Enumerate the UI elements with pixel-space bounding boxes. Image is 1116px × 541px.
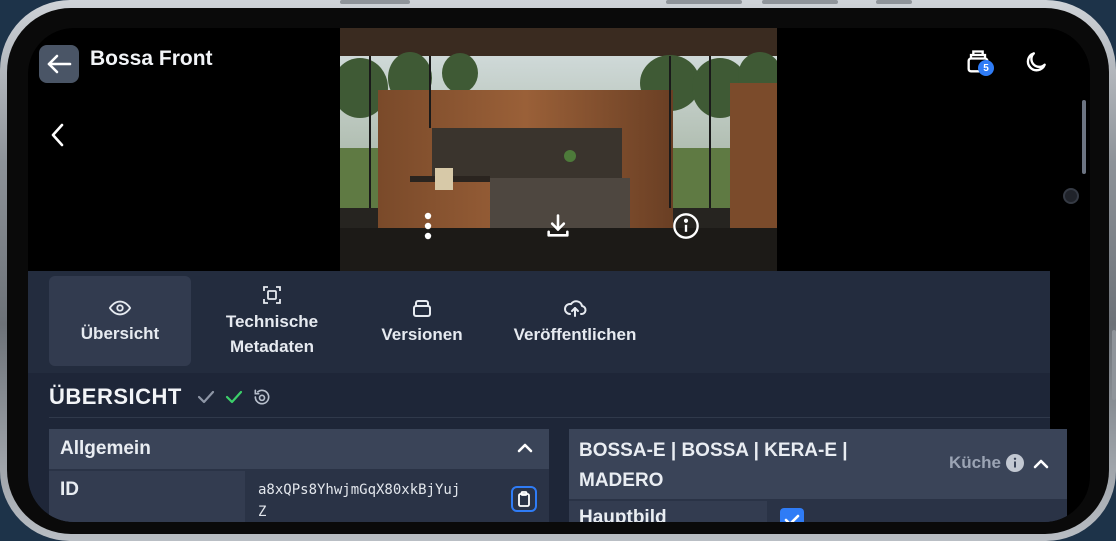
side-rail xyxy=(1050,28,1090,376)
check-icon[interactable] xyxy=(196,388,216,406)
approved-check-icon[interactable] xyxy=(224,388,244,406)
layers-icon xyxy=(413,299,431,317)
detail-panel: Übersicht Technische Metadaten Versionen… xyxy=(28,271,1067,522)
info-icon[interactable] xyxy=(672,212,700,245)
phone-button xyxy=(340,0,410,4)
card-title-line: BOSSA-E | BOSSA | KERA-E | xyxy=(579,440,848,461)
tab-technische-metadaten[interactable]: Technische Metadaten xyxy=(208,276,336,366)
copy-button[interactable] xyxy=(511,486,537,512)
tab-label: Versionen xyxy=(381,324,463,344)
id-value: a8xQPs8YhwjmGqX80xkBjYuj Z xyxy=(258,479,460,522)
tab-label: Technische Metadaten xyxy=(225,312,319,356)
app-screen: Bossa Front 5 Übersicht Technische Metad… xyxy=(28,28,1090,522)
tab-uebersicht[interactable]: Übersicht xyxy=(49,276,191,366)
eye-icon xyxy=(108,300,132,315)
id-label-cell: ID xyxy=(49,471,245,522)
card-title: BOSSA-E | BOSSA | KERA-E | MADERO xyxy=(579,436,848,496)
id-value-line: Z xyxy=(258,504,267,520)
cart-button[interactable]: 5 xyxy=(960,46,996,78)
tab-label: Veröffentlichen xyxy=(513,324,637,344)
tab-veroeffentlichen[interactable]: Veröffentlichen xyxy=(502,276,648,366)
hauptbild-value-cell xyxy=(769,501,1067,522)
row-label: ID xyxy=(60,479,79,500)
arrow-left-icon xyxy=(47,54,72,74)
scan-icon xyxy=(263,286,281,304)
product-card-header[interactable]: BOSSA-E | BOSSA | KERA-E | MADERO Küche xyxy=(569,429,1067,499)
id-value-line: a8xQPs8YhwjmGqX80xkBjYuj xyxy=(258,482,461,498)
download-icon[interactable] xyxy=(544,212,572,245)
general-card: Allgemein ID a8xQPs8YhwjmGqX80xkBjYuj Z xyxy=(49,429,549,522)
card-title: Allgemein xyxy=(60,438,151,459)
chevron-up-icon xyxy=(1033,459,1049,469)
chevron-left-icon xyxy=(51,123,64,147)
camera-dot xyxy=(1063,188,1079,204)
tab-bar: Übersicht Technische Metadaten Versionen… xyxy=(28,271,1050,373)
previous-image-button[interactable] xyxy=(50,122,66,153)
section-divider xyxy=(49,417,1050,418)
page-title: Bossa Front xyxy=(90,47,213,70)
hauptbild-label-cell: Hauptbild xyxy=(569,501,767,522)
back-button[interactable] xyxy=(39,45,79,83)
hauptbild-checkbox[interactable] xyxy=(780,508,804,522)
card-title-line: MADERO xyxy=(579,470,664,491)
mute-switch xyxy=(876,0,912,4)
more-vertical-icon[interactable] xyxy=(422,211,434,246)
scrollbar[interactable] xyxy=(1082,100,1086,174)
row-label: Hauptbild xyxy=(579,507,667,522)
power-button xyxy=(1112,330,1116,400)
id-value-cell: a8xQPs8YhwjmGqX80xkBjYuj Z xyxy=(247,471,549,522)
category-label: Küche xyxy=(949,453,1001,472)
product-card: BOSSA-E | BOSSA | KERA-E | MADERO Küche … xyxy=(569,429,1067,522)
general-card-header[interactable]: Allgemein xyxy=(49,429,549,469)
asset-preview-image[interactable] xyxy=(340,28,777,271)
phone-frame: Bossa Front 5 Übersicht Technische Metad… xyxy=(0,0,1116,541)
clipboard-icon xyxy=(518,491,530,507)
cloud-upload-icon xyxy=(564,299,587,317)
theme-toggle-button[interactable] xyxy=(1020,46,1052,78)
check-icon xyxy=(784,514,800,522)
info-icon[interactable] xyxy=(1005,453,1025,473)
section-header: ÜBERSICHT xyxy=(49,384,272,410)
chevron-up-icon xyxy=(517,443,533,453)
section-title: ÜBERSICHT xyxy=(49,384,182,409)
tab-label: Übersicht xyxy=(80,323,160,343)
cart-badge: 5 xyxy=(978,60,994,76)
history-icon[interactable] xyxy=(252,387,272,407)
moon-icon xyxy=(1026,52,1046,72)
tab-versionen[interactable]: Versionen xyxy=(372,276,472,366)
volume-down-button xyxy=(762,0,838,4)
volume-up-button xyxy=(666,0,742,4)
